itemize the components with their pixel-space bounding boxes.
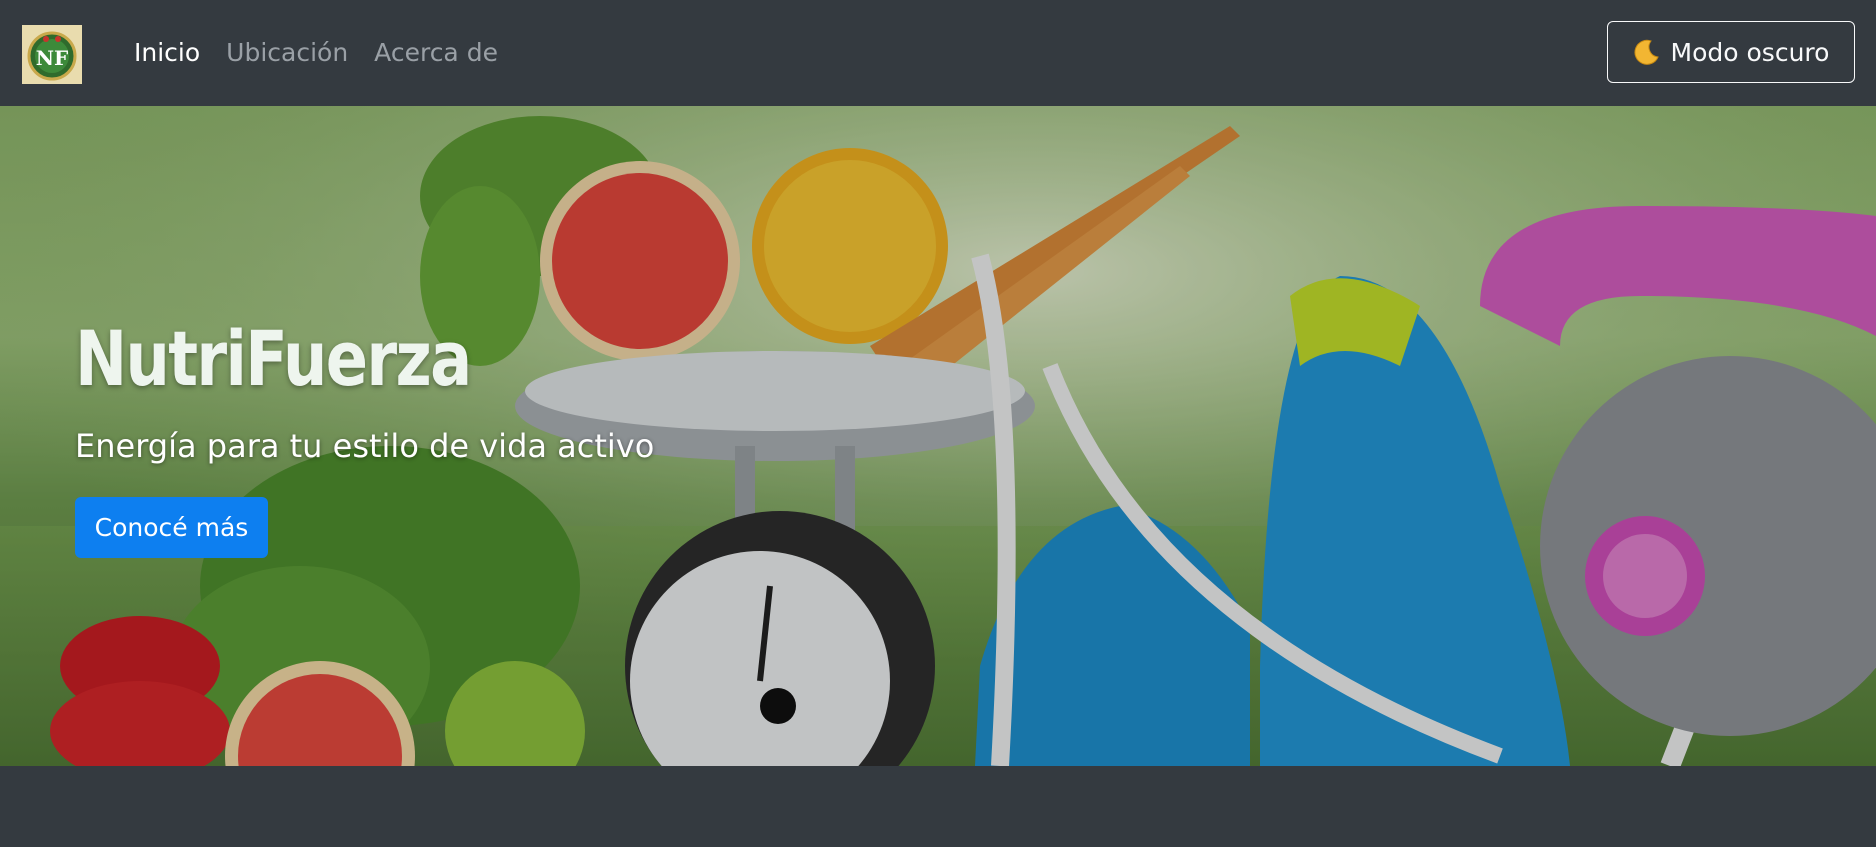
- nav-links: Inicio Ubicación Acerca de: [134, 36, 498, 70]
- brand-logo[interactable]: NF: [22, 25, 82, 84]
- brand-logo-icon: NF: [27, 31, 77, 80]
- dark-mode-button[interactable]: Modo oscuro: [1607, 21, 1855, 83]
- navbar: NF Inicio Ubicación Acerca de Modo oscur…: [0, 0, 1876, 106]
- svg-text:NF: NF: [36, 46, 68, 70]
- learn-more-button[interactable]: Conocé más: [75, 497, 268, 558]
- hero-banner: NutriFuerza Energía para tu estilo de vi…: [0, 106, 1876, 766]
- nav-link-inicio[interactable]: Inicio: [134, 36, 200, 70]
- hero-title: NutriFuerza: [75, 314, 472, 403]
- nav-link-ubicacion[interactable]: Ubicación: [226, 36, 348, 70]
- dark-mode-label: Modo oscuro: [1670, 37, 1830, 67]
- page-footer-area: [0, 766, 1876, 847]
- nav-link-acerca-de[interactable]: Acerca de: [374, 36, 498, 70]
- hero-subtitle: Energía para tu estilo de vida activo: [75, 427, 655, 465]
- moon-icon: [1634, 39, 1659, 65]
